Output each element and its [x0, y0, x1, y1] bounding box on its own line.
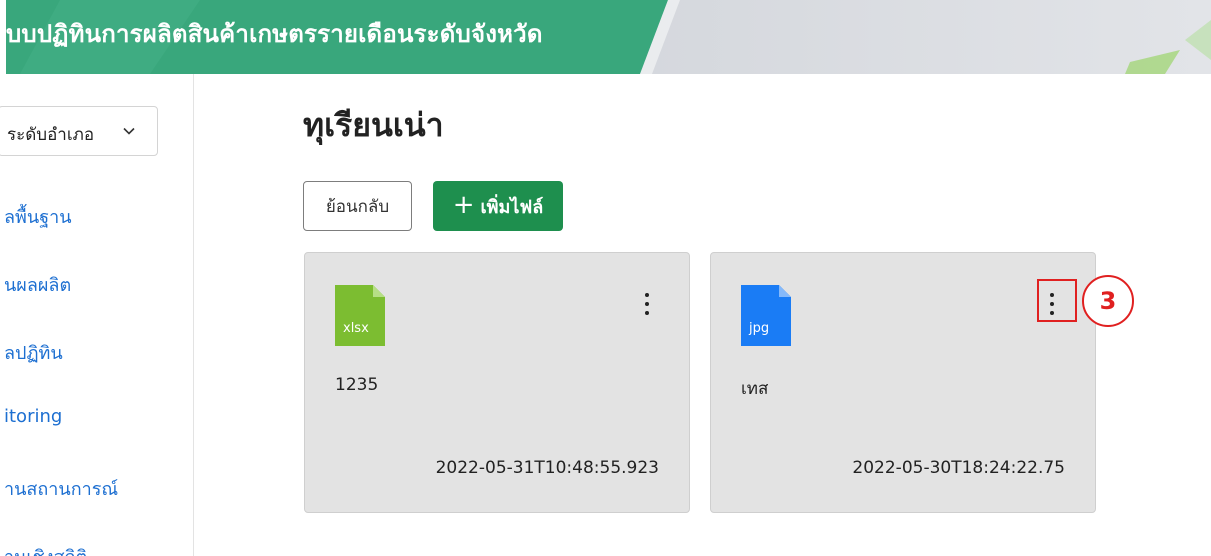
file-date: 2022-05-30T18:24:22.75	[852, 458, 1065, 478]
sidebar-item-monitoring[interactable]: itoring	[4, 406, 62, 427]
sidebar-item-basic-data[interactable]: ลพื้นฐาน	[4, 202, 72, 231]
file-card[interactable]: xlsx 1235 2022-05-31T10:48:55.923	[304, 252, 690, 513]
sidebar-item-calendar[interactable]: ลปฏิทิน	[4, 338, 63, 367]
app-header: บบปฏิทินการผลิตสินค้าเกษตรรายเดือนระดับจ…	[0, 0, 1211, 74]
sidebar-item-situation-report[interactable]: านสถานการณ์	[4, 474, 118, 503]
plus-icon: +	[452, 189, 475, 220]
add-file-button[interactable]: + เพิ่มไฟล์	[433, 181, 563, 231]
level-select-value: ระดับอำเภอ	[7, 125, 95, 145]
kebab-menu-icon[interactable]	[637, 287, 657, 321]
file-date: 2022-05-31T10:48:55.923	[435, 458, 659, 478]
chevron-down-icon	[123, 127, 135, 135]
level-select[interactable]: ระดับอำเภอ	[0, 106, 158, 156]
xlsx-file-icon: xlsx	[335, 285, 385, 346]
sidebar: ระดับอำเภอ ลพื้นฐาน นผลผลิต ลปฏิทิน itor…	[0, 74, 194, 556]
file-name: 1235	[335, 375, 379, 395]
sidebar-item-production[interactable]: นผลผลิต	[4, 270, 71, 299]
jpg-file-icon: jpg	[741, 285, 791, 346]
sidebar-item-statistics[interactable]: านเชิงสถิติ	[4, 542, 87, 556]
step-number-badge: 3	[1082, 275, 1134, 327]
file-extension: jpg	[749, 321, 770, 336]
file-name: เทส	[741, 379, 769, 399]
back-button[interactable]: ย้อนกลับ	[303, 181, 412, 231]
step-highlight-box	[1037, 279, 1077, 322]
add-file-label: เพิ่มไฟล์	[480, 196, 544, 218]
page-title: ทุเรียนเน่า	[303, 106, 444, 144]
file-extension: xlsx	[343, 321, 369, 336]
app-title: บบปฏิทินการผลิตสินค้าเกษตรรายเดือนระดับจ…	[6, 20, 543, 48]
